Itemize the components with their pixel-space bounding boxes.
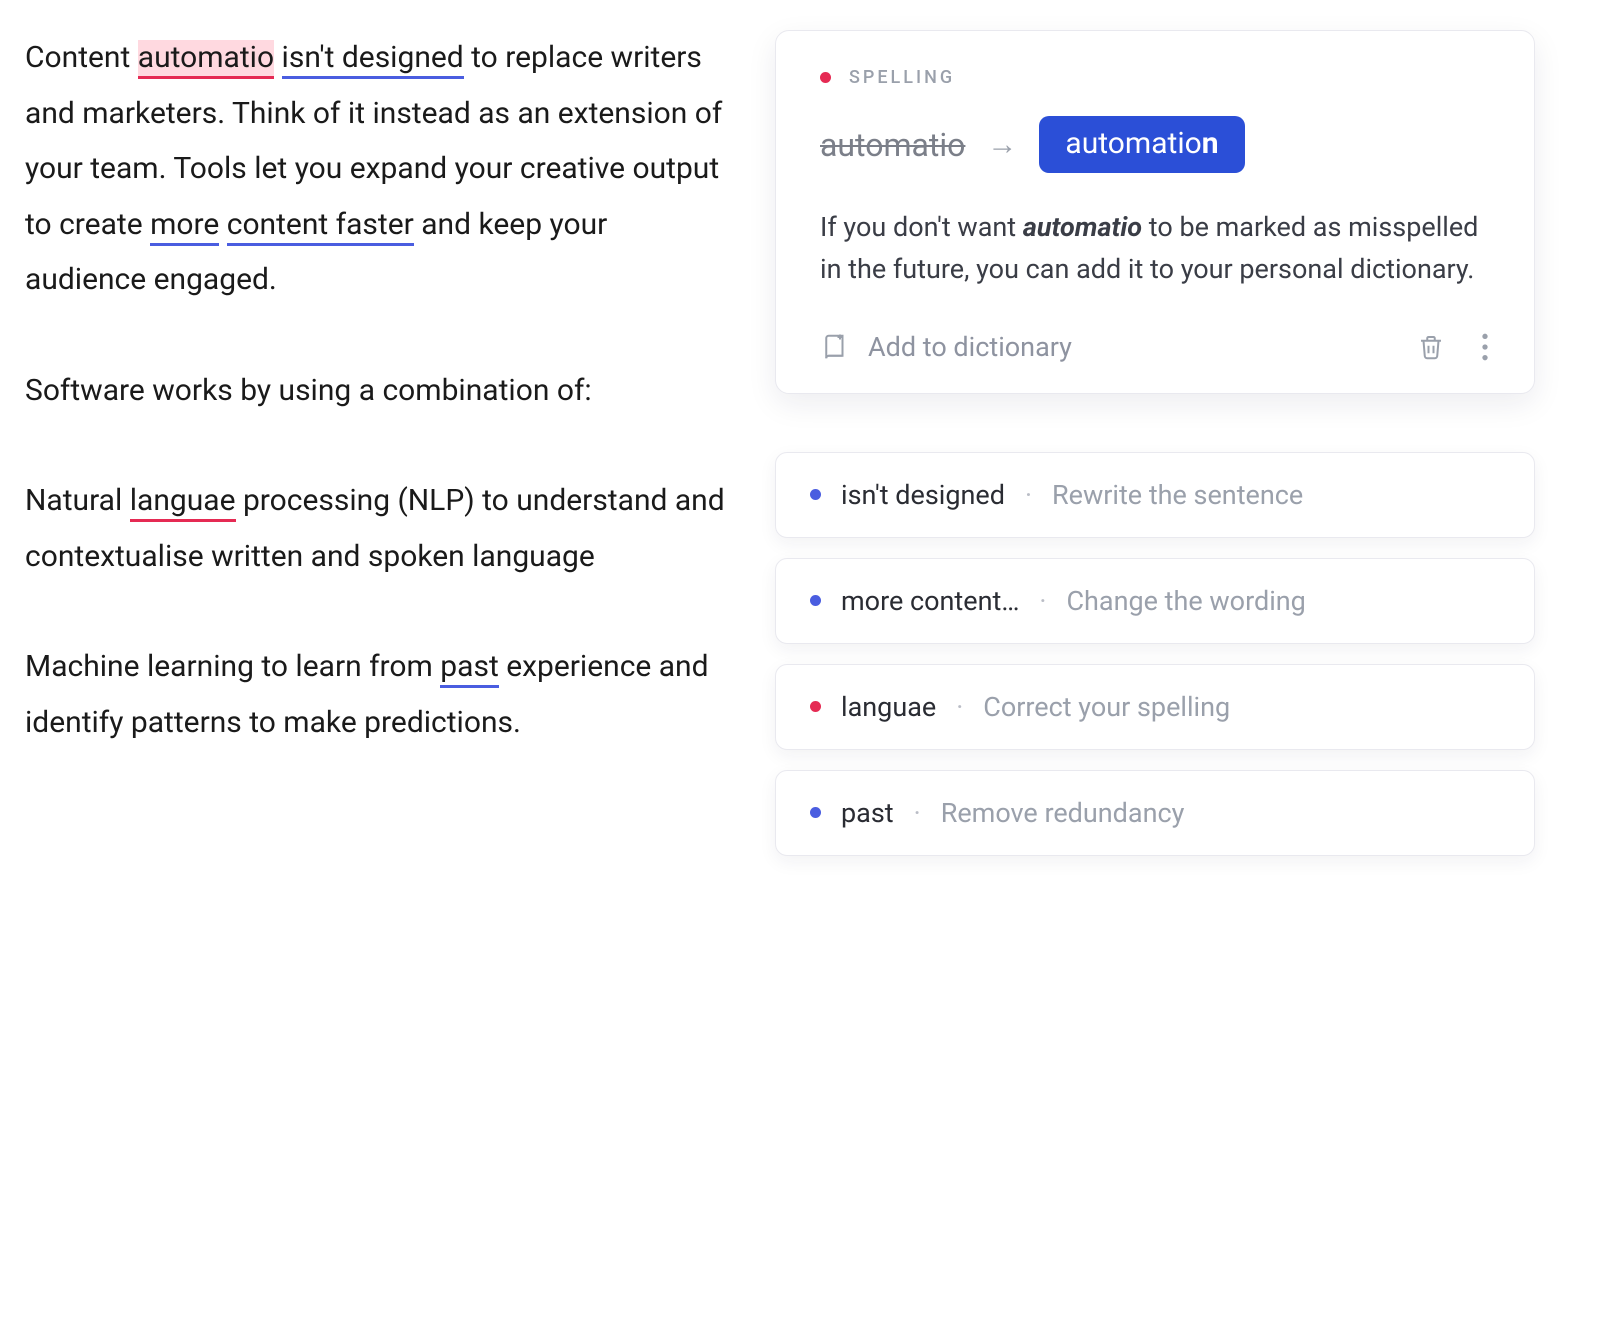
text: Machine learning to learn from — [25, 649, 440, 684]
mini-hint: Remove redundancy — [941, 797, 1185, 829]
mini-hint: Rewrite the sentence — [1052, 479, 1303, 511]
mini-suggestion-card[interactable]: languae · Correct your spelling — [775, 664, 1535, 750]
arrow-right-icon: → — [987, 127, 1017, 162]
suggestion-explanation: If you don't want automatio to be marked… — [820, 207, 1490, 291]
text — [274, 40, 281, 75]
editor-paragraph[interactable]: Natural languae processing (NLP) to unde… — [25, 473, 725, 584]
suggestions-panel: SPELLING automatio → automation If you d… — [775, 30, 1535, 1303]
category-dot-icon — [810, 807, 821, 818]
mini-suggestion-card[interactable]: past · Remove redundancy — [775, 770, 1535, 856]
mini-suggestion-card[interactable]: isn't designed · Rewrite the sentence — [775, 452, 1535, 538]
suggestion-category: SPELLING — [849, 67, 955, 88]
editor-paragraph[interactable]: Machine learning to learn from past expe… — [25, 639, 725, 750]
category-dot-icon — [810, 489, 821, 500]
incorrect-word: automatio — [820, 126, 965, 164]
mini-hint: Correct your spelling — [983, 691, 1230, 723]
category-dot-icon — [810, 595, 821, 606]
suggestion-card-footer: Add to dictionary — [820, 331, 1490, 363]
dictionary-add-icon — [820, 332, 850, 362]
separator-dot-icon: · — [1025, 479, 1032, 511]
trash-icon — [1416, 331, 1446, 363]
apply-correction-button[interactable]: automation — [1039, 116, 1244, 173]
text: Natural — [25, 483, 130, 518]
clarity-flag-past[interactable]: past — [440, 649, 498, 688]
separator-dot-icon: · — [956, 691, 963, 723]
correction-bold: n — [1202, 126, 1219, 161]
separator-dot-icon: · — [914, 797, 921, 829]
mini-term: past — [841, 797, 894, 829]
clarity-flag-isnt-designed[interactable]: isn't designed — [282, 40, 464, 79]
suggestion-card-expanded[interactable]: SPELLING automatio → automation If you d… — [775, 30, 1535, 394]
correction-base: automatio — [1065, 126, 1201, 161]
category-dot-icon — [820, 72, 831, 83]
suggestion-card-header: SPELLING — [820, 67, 1490, 88]
spelling-error-automatio[interactable]: automatio — [138, 40, 274, 79]
category-dot-icon — [810, 701, 821, 712]
text — [219, 207, 226, 242]
mini-suggestion-card[interactable]: more content… · Change the wording — [775, 558, 1535, 644]
mini-suggestions-list: isn't designed · Rewrite the sentence more … — [775, 452, 1535, 856]
kebab-icon — [1480, 331, 1490, 363]
add-to-dictionary-label: Add to dictionary — [868, 331, 1072, 363]
mini-term: more content… — [841, 585, 1019, 617]
separator-dot-icon: · — [1039, 585, 1046, 617]
clarity-flag-more[interactable]: more — [150, 207, 219, 246]
more-options-button[interactable] — [1480, 331, 1490, 363]
spelling-error-languae[interactable]: languae — [130, 483, 236, 522]
mini-hint: Change the wording — [1066, 585, 1305, 617]
add-to-dictionary-button[interactable]: Add to dictionary — [820, 331, 1396, 363]
explain-word: automatio — [1023, 211, 1142, 243]
mini-term: isn't designed — [841, 479, 1005, 511]
editor-paragraph[interactable]: Software works by using a combination of… — [25, 363, 725, 419]
editor-pane[interactable]: Content automatio isn't designed to repl… — [25, 30, 725, 1303]
text: If you don't want — [820, 211, 1023, 243]
text: Content — [25, 40, 138, 75]
mini-term: languae — [841, 691, 936, 723]
dismiss-suggestion-button[interactable] — [1416, 331, 1446, 363]
correction-row: automatio → automation — [820, 116, 1490, 173]
clarity-flag-content-faster[interactable]: content faster — [227, 207, 414, 246]
editor-paragraph[interactable]: Content automatio isn't designed to repl… — [25, 30, 725, 308]
